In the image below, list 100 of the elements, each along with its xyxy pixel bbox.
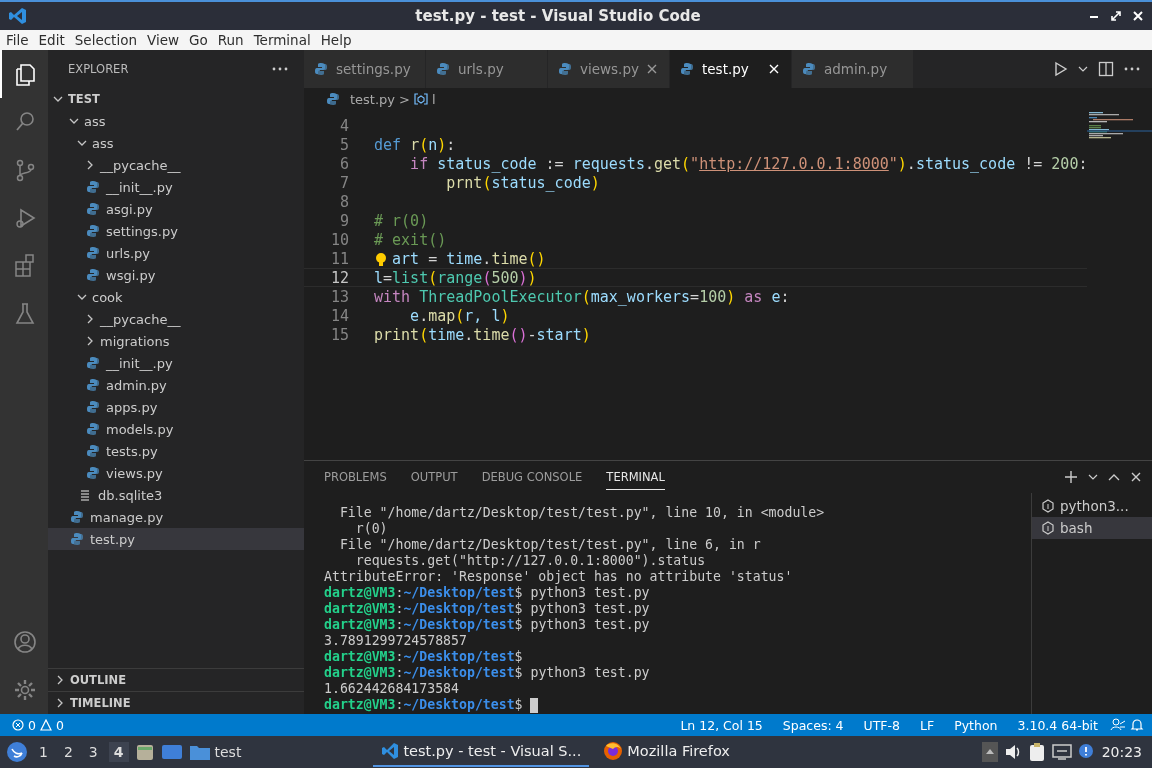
menu-item[interactable]: Go: [185, 32, 212, 48]
python-file-icon: [86, 202, 100, 216]
explorer-item[interactable]: manage.py: [48, 506, 304, 528]
shell-instance[interactable]: python3...: [1032, 495, 1152, 517]
account-icon[interactable]: [12, 629, 38, 655]
explorer-item[interactable]: models.py: [48, 418, 304, 440]
folder-button[interactable]: test: [188, 743, 242, 761]
editor-tab[interactable]: test.py: [670, 50, 792, 88]
terminal-line: requests.get("http://127.0.0.1:8000").status: [354, 553, 707, 569]
maximize-icon[interactable]: [1110, 10, 1122, 22]
status-item[interactable]: 3.10.4 64-bit: [1009, 717, 1106, 733]
menu-item[interactable]: File: [2, 32, 33, 48]
status-item[interactable]: Ln 12, Col 15: [672, 717, 771, 733]
shell-instance[interactable]: bash: [1032, 517, 1152, 539]
explorer-item[interactable]: tests.py: [48, 440, 304, 462]
code-line: print(time.time()-start): [374, 325, 591, 344]
explorer-folder[interactable]: migrations: [48, 330, 304, 352]
terminal-line: dartz@VM3:~/Desktop/test$ python3 test.py: [324, 585, 651, 601]
status-item[interactable]: Python: [946, 717, 1006, 733]
panel-tab[interactable]: OUTPUT: [410, 464, 458, 490]
caret-icon[interactable]: [1088, 473, 1098, 481]
terminal-line: dartz@VM3:~/Desktop/test$: [324, 649, 524, 665]
taskbar-task[interactable]: Mozilla Firefox: [595, 737, 738, 767]
terminal-line: File "/home/dartz/Desktop/test/test.py", line 6, in r: [338, 537, 762, 553]
workspace-button[interactable]: 1: [34, 742, 53, 762]
caret-icon[interactable]: [1078, 65, 1088, 73]
explorer-item[interactable]: views.py: [48, 462, 304, 484]
split-editor-icon[interactable]: [1098, 61, 1114, 77]
explorer-item[interactable]: __init__.py: [48, 352, 304, 374]
file-manager-icon[interactable]: [134, 742, 155, 762]
menu-item[interactable]: Terminal: [249, 32, 315, 48]
tray-expand-icon[interactable]: [981, 742, 998, 762]
editor-tab[interactable]: admin.py: [792, 50, 914, 88]
explorer-item[interactable]: __init__.py: [48, 176, 304, 198]
terminal-line: dartz@VM3:~/Desktop/test$ python3 test.py: [324, 665, 651, 681]
terminal-icon: [1042, 521, 1054, 535]
run-icon[interactable]: [1054, 61, 1068, 77]
code-line: # exit(): [374, 230, 447, 249]
workspace-button[interactable]: 3: [83, 742, 103, 762]
explorer-item[interactable]: apps.py: [48, 396, 304, 418]
explorer-folder[interactable]: ass: [48, 110, 304, 132]
close-icon[interactable]: [1130, 471, 1142, 483]
bell-icon[interactable]: [1130, 718, 1144, 732]
explorer-folder[interactable]: __pycache__: [48, 308, 304, 330]
breadcrumb-item[interactable]: l: [431, 91, 436, 107]
settings-icon[interactable]: [12, 677, 38, 703]
python-file-icon: [86, 268, 100, 282]
line-number: 14: [329, 306, 349, 325]
menu-item[interactable]: View: [142, 32, 183, 48]
terminal-line: File "/home/dartz/Desktop/test/test.py", line 10, in <module>: [338, 505, 826, 521]
explorer-item[interactable]: db.sqlite3: [48, 484, 304, 506]
start-menu-icon[interactable]: [6, 741, 28, 763]
terminal-line: dartz@VM3:~/Desktop/test$: [324, 697, 1031, 713]
more-actions-icon[interactable]: [272, 67, 288, 71]
panel-tab[interactable]: DEBUG CONSOLE: [481, 464, 583, 490]
volume-icon[interactable]: [1003, 744, 1022, 760]
workspace-button[interactable]: 2: [58, 742, 78, 762]
editor-tab[interactable]: settings.py: [304, 50, 426, 88]
clipboard-icon[interactable]: [1027, 742, 1046, 762]
explorer-item[interactable]: settings.py: [48, 220, 304, 242]
notification-icon[interactable]: [1077, 743, 1096, 761]
sidebar-title: EXPLORER: [68, 62, 129, 76]
explorer-item[interactable]: admin.py: [48, 374, 304, 396]
status-item[interactable]: Spaces: 4: [774, 717, 852, 733]
editor-tab[interactable]: views.py: [548, 50, 670, 88]
plus-icon[interactable]: [1064, 470, 1078, 484]
workspace-button[interactable]: 4: [108, 742, 129, 762]
maximize-panel-icon[interactable]: [1108, 473, 1120, 481]
explorer-folder[interactable]: cook: [48, 286, 304, 308]
menu-item[interactable]: Help: [316, 32, 356, 48]
menu-item[interactable]: Edit: [34, 32, 69, 48]
breadcrumb-item[interactable]: test.py: [350, 91, 396, 107]
tree-root[interactable]: TEST: [48, 88, 304, 110]
python-file-icon: [86, 246, 100, 260]
panel-tab[interactable]: PROBLEMS: [324, 464, 387, 490]
explorer-folder[interactable]: __pycache__: [48, 154, 304, 176]
explorer-item[interactable]: test.py: [48, 528, 304, 550]
line-number: 4: [338, 116, 349, 135]
problems-status[interactable]: 0 0: [8, 717, 68, 733]
explorer-folder[interactable]: ass: [48, 132, 304, 154]
status-item[interactable]: LF: [912, 717, 943, 733]
status-item[interactable]: UTF-8: [855, 717, 909, 733]
explorer-item[interactable]: wsgi.py: [48, 264, 304, 286]
network-icon[interactable]: [1051, 743, 1072, 761]
more-actions-icon[interactable]: [1124, 67, 1140, 71]
feedback-icon[interactable]: [1110, 718, 1126, 732]
code-line: prnt(status_code): [445, 173, 600, 192]
editor-tab[interactable]: urls.py: [426, 50, 548, 88]
panel-tab[interactable]: TERMINAL: [606, 464, 665, 490]
close-icon[interactable]: [767, 62, 781, 76]
explorer-item[interactable]: urls.py: [48, 242, 304, 264]
terminal-line: 3.7891299724578857: [324, 633, 468, 649]
line-number: 6: [338, 154, 349, 173]
line-number: 15: [329, 325, 349, 344]
desktop-icon[interactable]: [160, 743, 183, 761]
section-header[interactable]: OUTLINE: [48, 668, 304, 691]
explorer-item[interactable]: asgi.py: [48, 198, 304, 220]
menu-item[interactable]: Run: [213, 32, 248, 48]
menu-item[interactable]: Selection: [70, 32, 141, 48]
taskbar-task[interactable]: test.py - test - Visual S...: [373, 737, 590, 767]
